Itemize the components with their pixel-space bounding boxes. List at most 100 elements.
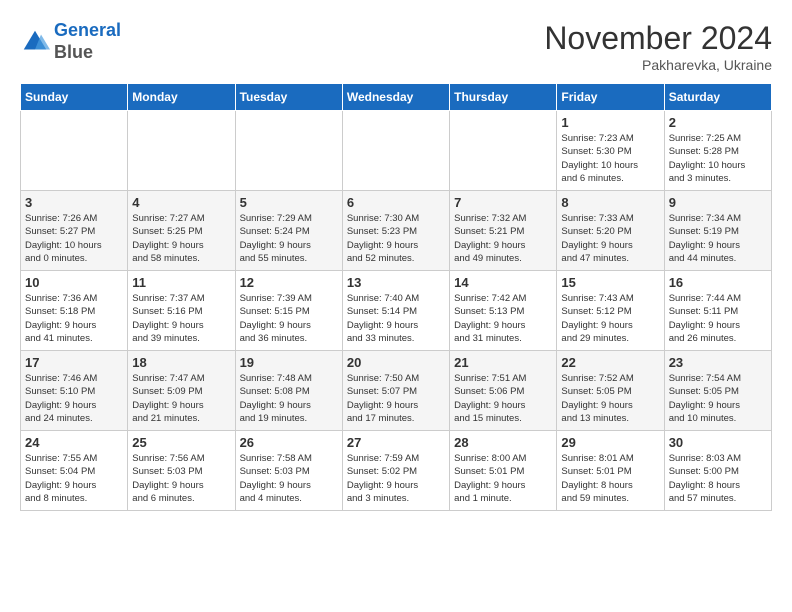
day-number: 10 xyxy=(25,275,123,290)
day-number: 16 xyxy=(669,275,767,290)
day-info: Sunrise: 7:37 AM Sunset: 5:16 PM Dayligh… xyxy=(132,292,230,345)
day-number: 25 xyxy=(132,435,230,450)
day-number: 13 xyxy=(347,275,445,290)
day-number: 30 xyxy=(669,435,767,450)
day-info: Sunrise: 8:03 AM Sunset: 5:00 PM Dayligh… xyxy=(669,452,767,505)
day-info: Sunrise: 7:46 AM Sunset: 5:10 PM Dayligh… xyxy=(25,372,123,425)
calendar-cell xyxy=(342,111,449,191)
day-info: Sunrise: 8:01 AM Sunset: 5:01 PM Dayligh… xyxy=(561,452,659,505)
weekday-header-row: SundayMondayTuesdayWednesdayThursdayFrid… xyxy=(21,84,772,111)
day-info: Sunrise: 7:34 AM Sunset: 5:19 PM Dayligh… xyxy=(669,212,767,265)
day-info: Sunrise: 7:32 AM Sunset: 5:21 PM Dayligh… xyxy=(454,212,552,265)
day-info: Sunrise: 7:26 AM Sunset: 5:27 PM Dayligh… xyxy=(25,212,123,265)
logo: General Blue xyxy=(20,20,121,63)
calendar-cell: 28 Sunrise: 8:00 AM Sunset: 5:01 PM Dayli… xyxy=(450,431,557,511)
calendar-cell xyxy=(235,111,342,191)
weekday-header-thursday: Thursday xyxy=(450,84,557,111)
day-info: Sunrise: 7:25 AM Sunset: 5:28 PM Dayligh… xyxy=(669,132,767,185)
calendar-cell: 15 Sunrise: 7:43 AM Sunset: 5:12 PM Dayli… xyxy=(557,271,664,351)
calendar-cell: 7Sunrise: 7:32 AM Sunset: 5:21 PM Daylig… xyxy=(450,191,557,271)
day-info: Sunrise: 7:39 AM Sunset: 5:15 PM Dayligh… xyxy=(240,292,338,345)
calendar-cell: 27Sunrise: 7:59 AM Sunset: 5:02 PM Dayli… xyxy=(342,431,449,511)
weekday-header-saturday: Saturday xyxy=(664,84,771,111)
day-number: 8 xyxy=(561,195,659,210)
day-number: 3 xyxy=(25,195,123,210)
day-info: Sunrise: 7:59 AM Sunset: 5:02 PM Dayligh… xyxy=(347,452,445,505)
calendar-cell: 19 Sunrise: 7:48 AM Sunset: 5:08 PM Dayli… xyxy=(235,351,342,431)
day-number: 6 xyxy=(347,195,445,210)
day-number: 21 xyxy=(454,355,552,370)
title-block: November 2024 Pakharevka, Ukraine xyxy=(544,20,772,73)
calendar-week-3: 10 Sunrise: 7:36 AM Sunset: 5:18 PM Dayli… xyxy=(21,271,772,351)
day-number: 23 xyxy=(669,355,767,370)
day-number: 12 xyxy=(240,275,338,290)
day-info: Sunrise: 7:56 AM Sunset: 5:03 PM Dayligh… xyxy=(132,452,230,505)
calendar-cell: 16 Sunrise: 7:44 AM Sunset: 5:11 PM Dayli… xyxy=(664,271,771,351)
calendar-cell: 14 Sunrise: 7:42 AM Sunset: 5:13 PM Dayli… xyxy=(450,271,557,351)
calendar-week-5: 24 Sunrise: 7:55 AM Sunset: 5:04 PM Dayli… xyxy=(21,431,772,511)
day-number: 28 xyxy=(454,435,552,450)
calendar-cell: 17 Sunrise: 7:46 AM Sunset: 5:10 PM Dayli… xyxy=(21,351,128,431)
weekday-header-friday: Friday xyxy=(557,84,664,111)
calendar-cell xyxy=(21,111,128,191)
day-info: Sunrise: 8:00 AM Sunset: 5:01 PM Dayligh… xyxy=(454,452,552,505)
day-info: Sunrise: 7:30 AM Sunset: 5:23 PM Dayligh… xyxy=(347,212,445,265)
day-number: 19 xyxy=(240,355,338,370)
page-header: General Blue November 2024 Pakharevka, U… xyxy=(20,20,772,73)
day-number: 4 xyxy=(132,195,230,210)
weekday-header-tuesday: Tuesday xyxy=(235,84,342,111)
calendar-week-4: 17 Sunrise: 7:46 AM Sunset: 5:10 PM Dayli… xyxy=(21,351,772,431)
month-title: November 2024 xyxy=(544,20,772,57)
day-info: Sunrise: 7:50 AM Sunset: 5:07 PM Dayligh… xyxy=(347,372,445,425)
logo-icon xyxy=(20,27,50,57)
day-info: Sunrise: 7:27 AM Sunset: 5:25 PM Dayligh… xyxy=(132,212,230,265)
day-number: 15 xyxy=(561,275,659,290)
weekday-header-wednesday: Wednesday xyxy=(342,84,449,111)
day-number: 29 xyxy=(561,435,659,450)
calendar-cell: 5 Sunrise: 7:29 AM Sunset: 5:24 PM Daylig… xyxy=(235,191,342,271)
calendar-cell: 9 Sunrise: 7:34 AM Sunset: 5:19 PM Daylig… xyxy=(664,191,771,271)
calendar-week-1: 1Sunrise: 7:23 AM Sunset: 5:30 PM Daylig… xyxy=(21,111,772,191)
day-info: Sunrise: 7:23 AM Sunset: 5:30 PM Dayligh… xyxy=(561,132,659,185)
calendar-cell: 2 Sunrise: 7:25 AM Sunset: 5:28 PM Daylig… xyxy=(664,111,771,191)
calendar-cell: 10 Sunrise: 7:36 AM Sunset: 5:18 PM Dayli… xyxy=(21,271,128,351)
calendar-cell: 20Sunrise: 7:50 AM Sunset: 5:07 PM Dayli… xyxy=(342,351,449,431)
day-number: 2 xyxy=(669,115,767,130)
calendar-cell: 23 Sunrise: 7:54 AM Sunset: 5:05 PM Dayli… xyxy=(664,351,771,431)
day-number: 24 xyxy=(25,435,123,450)
day-number: 26 xyxy=(240,435,338,450)
logo-line2: Blue xyxy=(54,42,93,62)
day-number: 17 xyxy=(25,355,123,370)
day-number: 11 xyxy=(132,275,230,290)
day-info: Sunrise: 7:58 AM Sunset: 5:03 PM Dayligh… xyxy=(240,452,338,505)
day-info: Sunrise: 7:40 AM Sunset: 5:14 PM Dayligh… xyxy=(347,292,445,345)
logo-line1: General xyxy=(54,20,121,40)
day-number: 18 xyxy=(132,355,230,370)
day-info: Sunrise: 7:47 AM Sunset: 5:09 PM Dayligh… xyxy=(132,372,230,425)
day-number: 14 xyxy=(454,275,552,290)
day-info: Sunrise: 7:36 AM Sunset: 5:18 PM Dayligh… xyxy=(25,292,123,345)
calendar-cell: 12 Sunrise: 7:39 AM Sunset: 5:15 PM Dayli… xyxy=(235,271,342,351)
day-info: Sunrise: 7:52 AM Sunset: 5:05 PM Dayligh… xyxy=(561,372,659,425)
day-info: Sunrise: 7:42 AM Sunset: 5:13 PM Dayligh… xyxy=(454,292,552,345)
calendar-cell: 24 Sunrise: 7:55 AM Sunset: 5:04 PM Dayli… xyxy=(21,431,128,511)
calendar-cell: 18 Sunrise: 7:47 AM Sunset: 5:09 PM Dayli… xyxy=(128,351,235,431)
calendar-week-2: 3 Sunrise: 7:26 AM Sunset: 5:27 PM Daylig… xyxy=(21,191,772,271)
day-number: 9 xyxy=(669,195,767,210)
day-info: Sunrise: 7:55 AM Sunset: 5:04 PM Dayligh… xyxy=(25,452,123,505)
day-info: Sunrise: 7:48 AM Sunset: 5:08 PM Dayligh… xyxy=(240,372,338,425)
day-info: Sunrise: 7:44 AM Sunset: 5:11 PM Dayligh… xyxy=(669,292,767,345)
calendar-cell: 8Sunrise: 7:33 AM Sunset: 5:20 PM Daylig… xyxy=(557,191,664,271)
calendar-cell: 30 Sunrise: 8:03 AM Sunset: 5:00 PM Dayli… xyxy=(664,431,771,511)
calendar-cell: 13 Sunrise: 7:40 AM Sunset: 5:14 PM Dayli… xyxy=(342,271,449,351)
day-number: 5 xyxy=(240,195,338,210)
day-info: Sunrise: 7:43 AM Sunset: 5:12 PM Dayligh… xyxy=(561,292,659,345)
calendar-cell: 4 Sunrise: 7:27 AM Sunset: 5:25 PM Daylig… xyxy=(128,191,235,271)
weekday-header-monday: Monday xyxy=(128,84,235,111)
day-info: Sunrise: 7:54 AM Sunset: 5:05 PM Dayligh… xyxy=(669,372,767,425)
day-info: Sunrise: 7:51 AM Sunset: 5:06 PM Dayligh… xyxy=(454,372,552,425)
calendar-cell xyxy=(128,111,235,191)
day-number: 22 xyxy=(561,355,659,370)
calendar-cell: 26 Sunrise: 7:58 AM Sunset: 5:03 PM Dayli… xyxy=(235,431,342,511)
day-info: Sunrise: 7:29 AM Sunset: 5:24 PM Dayligh… xyxy=(240,212,338,265)
